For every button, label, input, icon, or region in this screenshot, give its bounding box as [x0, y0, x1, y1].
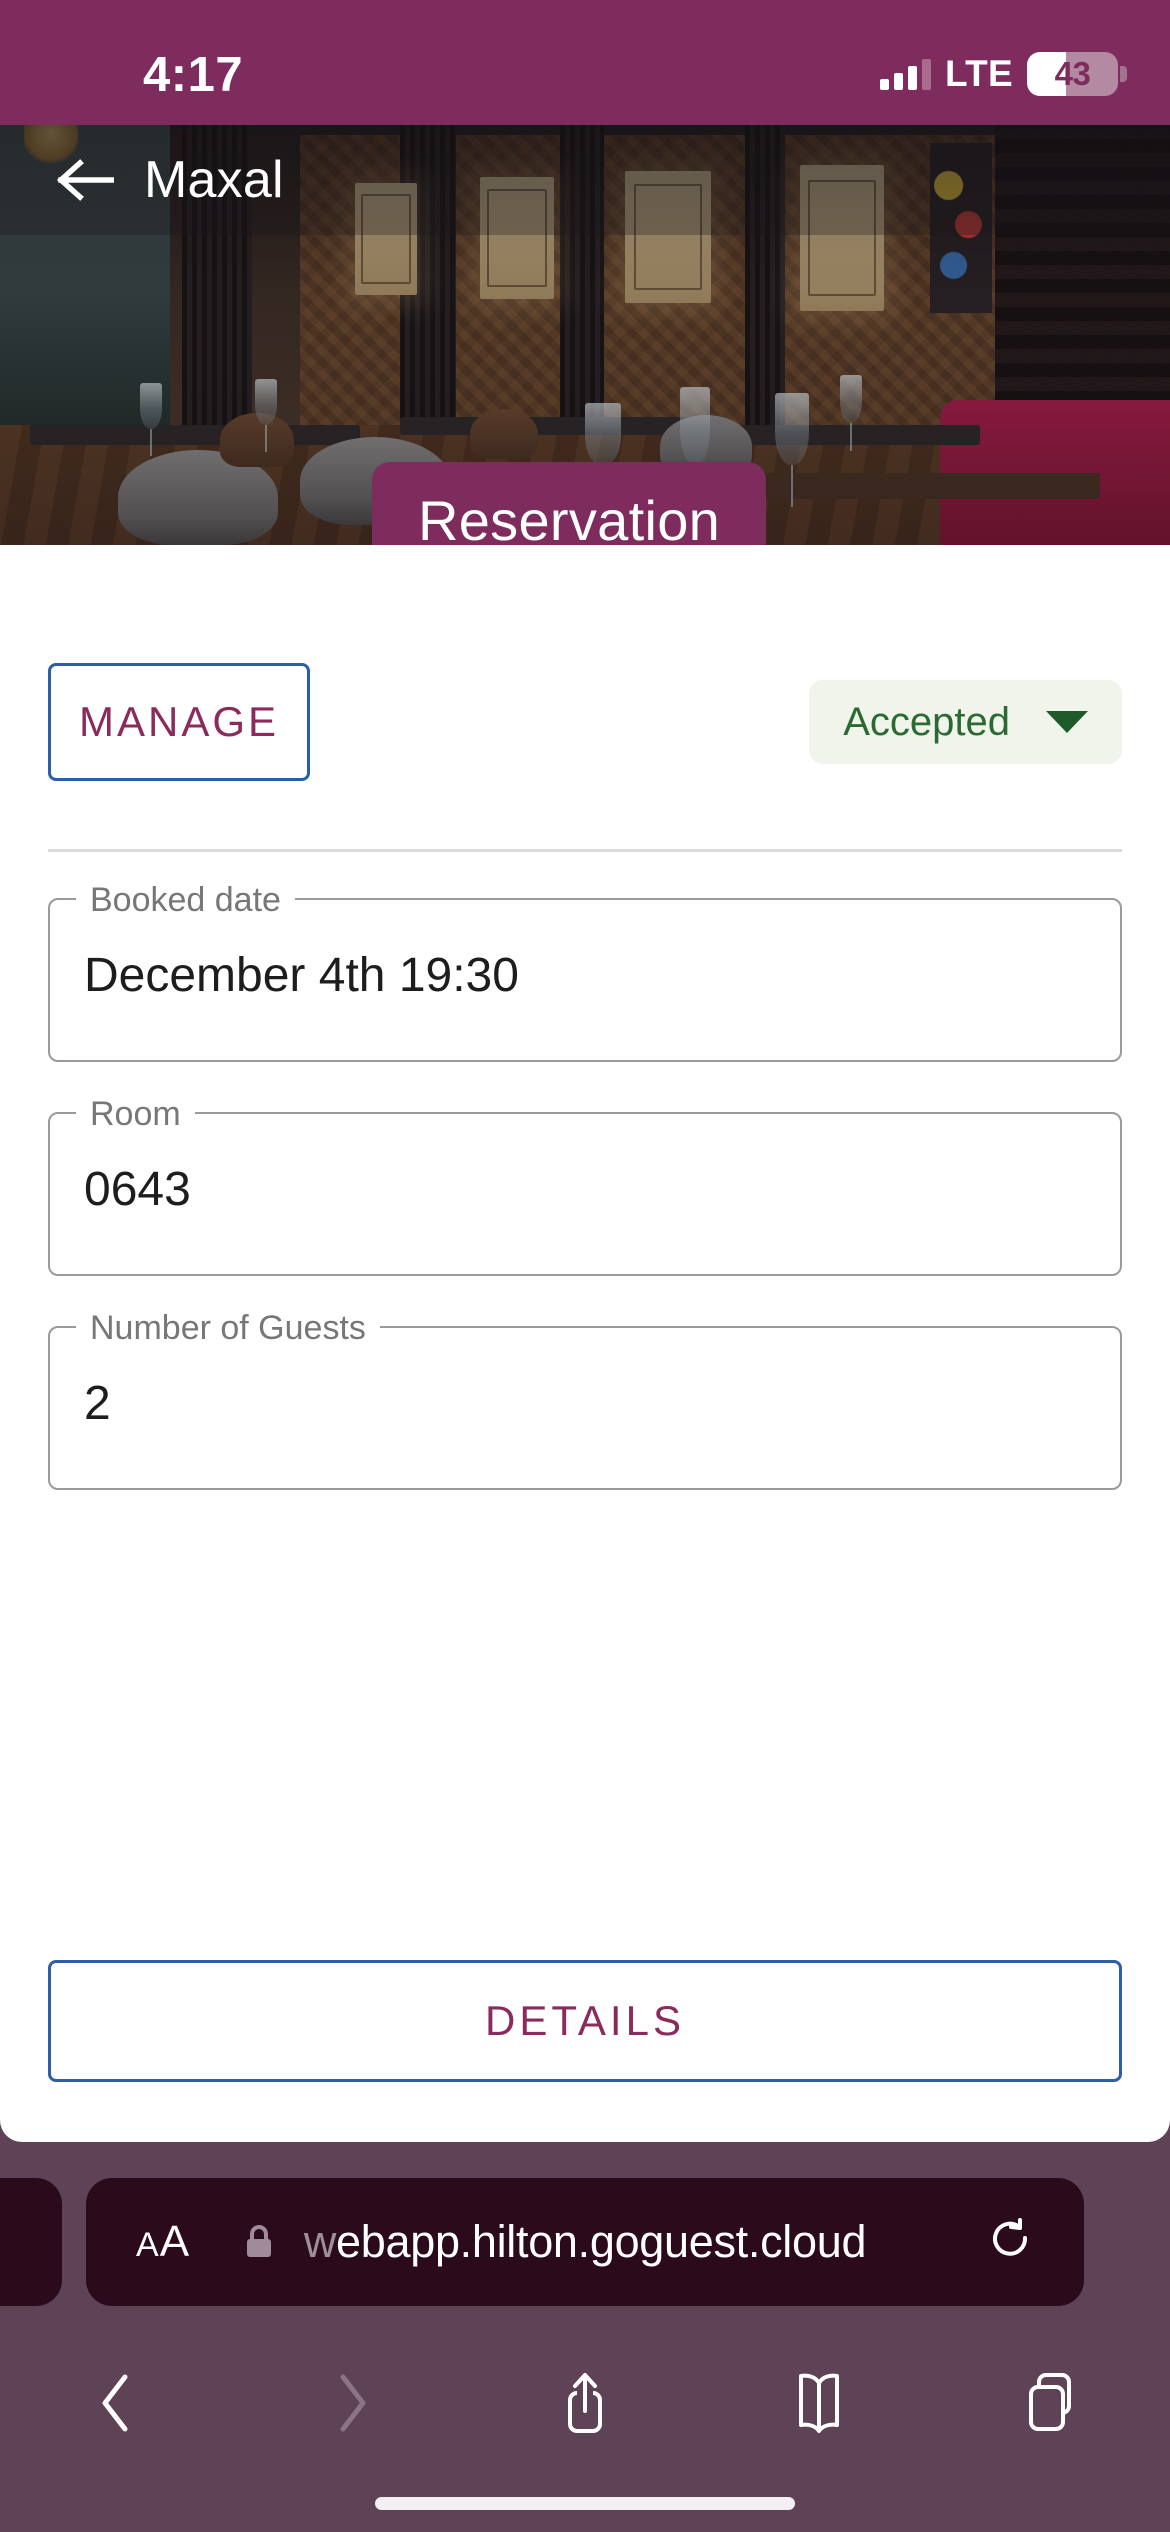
room-field[interactable]: Room 0643 [48, 1096, 1122, 1276]
url-prefix: w [303, 2216, 337, 2267]
status-bar-indicators: LTE 43 [879, 52, 1127, 96]
section-divider [48, 849, 1122, 852]
booked-date-label: Booked date [76, 882, 295, 918]
guests-field[interactable]: Number of Guests 2 [48, 1310, 1122, 1490]
booked-date-value: December 4th 19:30 [84, 949, 519, 1002]
book-icon [799, 2373, 839, 2433]
room-label: Room [76, 1096, 195, 1132]
guests-label: Number of Guests [76, 1310, 380, 1346]
booked-date-field[interactable]: Booked date December 4th 19:30 [48, 882, 1122, 1062]
back-arrow-icon[interactable] [56, 157, 114, 203]
reload-icon[interactable] [990, 2218, 1032, 2266]
chevron-down-icon [1046, 711, 1088, 733]
tabs-button[interactable] [936, 2369, 1170, 2437]
details-button[interactable]: DETAILS [48, 1960, 1122, 2082]
navigation-bar: Maxal [0, 125, 1170, 235]
guests-value: 2 [84, 1377, 111, 1430]
manage-button[interactable]: MANAGE [48, 663, 310, 781]
address-bar[interactable]: AA webapp.hilton.goguest.cloud [86, 2178, 1084, 2306]
forward-button[interactable] [234, 2371, 468, 2435]
battery-icon: 43 [1027, 52, 1127, 96]
form-spacer [48, 1540, 1122, 1960]
tabs-icon [1029, 2373, 1071, 2431]
status-value-label: Accepted [843, 699, 1010, 744]
room-value: 0643 [84, 1163, 191, 1216]
hero-banner: Maxal Reservation [0, 125, 1170, 545]
chevron-left-icon [102, 2374, 128, 2432]
reservation-form: MANAGE Accepted Booked date December 4th… [0, 663, 1170, 2082]
network-type-label: LTE [944, 53, 1013, 94]
action-row: MANAGE Accepted [48, 663, 1122, 781]
chevron-right-icon [340, 2374, 366, 2432]
cellular-bars-icon [879, 58, 931, 90]
share-icon [568, 2373, 602, 2433]
phone-screen: 4:17 LTE 43 Maxal Reservation MANAGE Acc… [0, 0, 1170, 2532]
web-content: Maxal Reservation MANAGE Accepted Booked… [0, 125, 1170, 2142]
browser-toolbar [0, 2338, 1170, 2468]
status-bar: 4:17 LTE 43 [0, 0, 1170, 125]
browser-chrome: AA webapp.hilton.goguest.cloud [0, 2142, 1170, 2532]
adjacent-tab-peek[interactable] [0, 2178, 62, 2306]
url-text: webapp.hilton.goguest.cloud [86, 2216, 1084, 2268]
status-bar-time: 4:17 [143, 48, 244, 102]
battery-percent-label: 43 [1054, 55, 1091, 92]
page-title: Maxal [144, 151, 284, 209]
url-domain: ebapp.hilton.goguest.cloud [336, 2216, 867, 2267]
back-button[interactable] [0, 2371, 234, 2435]
bookmarks-button[interactable] [702, 2369, 936, 2437]
status-dropdown[interactable]: Accepted [809, 680, 1122, 764]
section-badge: Reservation [372, 462, 767, 545]
share-button[interactable] [468, 2367, 702, 2439]
home-indicator [375, 2497, 795, 2510]
